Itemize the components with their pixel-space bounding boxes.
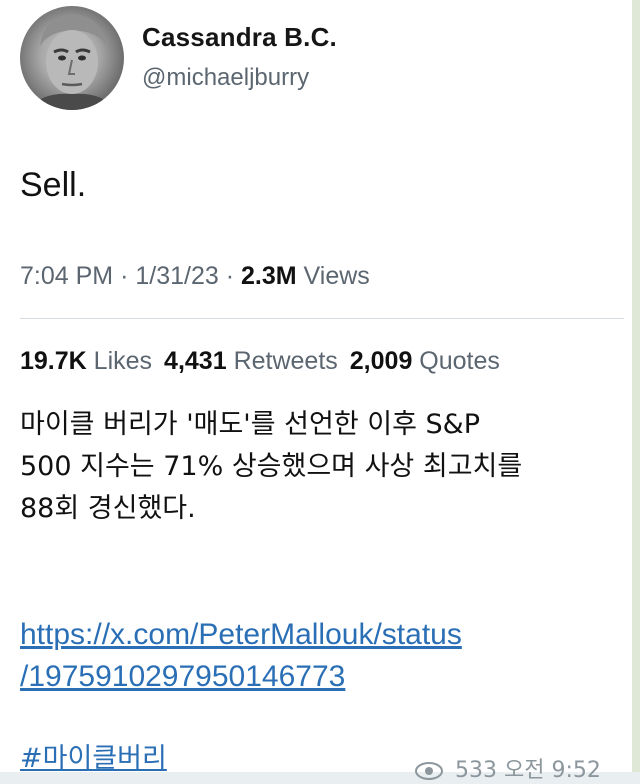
profile-photo-icon xyxy=(30,14,114,110)
quotes-count: 2,009 xyxy=(349,347,413,375)
tweet-text: Sell. xyxy=(20,166,87,204)
tweet-date[interactable]: 1/31/23 xyxy=(135,262,218,290)
avatar[interactable] xyxy=(20,6,124,110)
display-name[interactable]: Cassandra B.C. xyxy=(142,22,337,53)
hashtag-link[interactable]: #마이클버리 xyxy=(20,736,167,775)
message-text: 마이클 버리가 '매도'를 선언한 이후 S&P 500 지수는 71% 상승했… xyxy=(20,404,620,530)
tweet-time[interactable]: 7:04 PM xyxy=(20,262,113,290)
views-count: 2.3M xyxy=(241,262,297,290)
status-link[interactable]: https://x.com/PeterMallouk/status /19759… xyxy=(20,614,630,698)
divider xyxy=(20,318,624,319)
quotes-stat[interactable]: 2,009 Quotes xyxy=(350,347,500,375)
window-edge xyxy=(632,0,640,772)
tweet-meta: 7:04 PM · 1/31/23 · 2.3M Views xyxy=(20,262,370,291)
status-link-line[interactable]: /1975910297950146773 xyxy=(20,656,630,698)
retweets-count: 4,431 xyxy=(164,347,227,375)
message-footer: 533 오전 9:52 xyxy=(414,752,601,784)
likes-label: Likes xyxy=(93,347,153,375)
likes-count: 19.7K xyxy=(20,347,87,375)
engagement-stats: 19.7K Likes 4,431 Retweets 2,009 Quotes xyxy=(20,347,500,376)
message-line: 500 지수는 71% 상승했으며 사상 최고치를 xyxy=(20,451,523,482)
eye-icon xyxy=(415,762,443,780)
retweets-stat[interactable]: 4,431 Retweets xyxy=(164,347,338,375)
retweets-label: Retweets xyxy=(233,347,338,375)
message-timestamp: 오전 9:52 xyxy=(504,758,601,783)
quotes-label: Quotes xyxy=(419,347,500,375)
post-card: Cassandra B.C. @michaeljburry Sell. 7:04… xyxy=(0,0,634,783)
views-label: Views xyxy=(303,262,370,290)
meta-separator: · xyxy=(120,262,129,290)
meta-separator: · xyxy=(225,262,235,290)
status-link-line[interactable]: https://x.com/PeterMallouk/status xyxy=(20,614,630,656)
message-line: 마이클 버리가 '매도'를 선언한 이후 S&P xyxy=(20,409,480,440)
view-count: 533 xyxy=(455,758,497,783)
message-line: 88회 경신했다. xyxy=(20,493,196,524)
likes-stat[interactable]: 19.7K Likes xyxy=(20,347,152,375)
user-handle[interactable]: @michaeljburry xyxy=(142,64,309,92)
